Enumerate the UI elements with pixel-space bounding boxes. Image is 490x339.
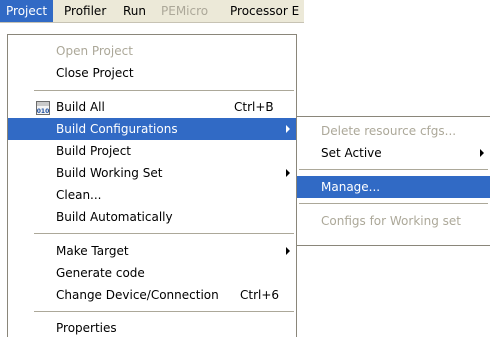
menu-item-build-automatically[interactable]: Build Automatically — [8, 206, 296, 228]
menu-separator — [34, 90, 294, 92]
menu-separator — [299, 169, 488, 171]
menu-item-label: Manage... — [321, 180, 381, 194]
menu-item-label: Close Project — [56, 66, 134, 80]
menu-item-make-target[interactable]: Make Target — [8, 240, 296, 262]
menu-item-label: Clean... — [56, 188, 102, 202]
submenu-arrow-icon — [286, 125, 290, 133]
menu-item-build-configurations[interactable]: Build Configurations — [8, 118, 296, 140]
menu-processor-expert[interactable]: Processor E — [224, 0, 305, 22]
menu-run[interactable]: Run — [117, 0, 152, 22]
menu-profiler[interactable]: Profiler — [58, 0, 112, 22]
menu-item-shortcut: Ctrl+B — [234, 100, 274, 114]
menu-item-open-project[interactable]: Open Project — [8, 40, 296, 62]
menu-separator — [34, 233, 294, 235]
menu-item-label: Generate code — [56, 266, 145, 280]
menu-item-change-device-connection[interactable]: Change Device/Connection Ctrl+6 — [8, 284, 296, 306]
menu-item-label: Change Device/Connection — [56, 288, 219, 302]
menu-pemicro[interactable]: PEMicro — [155, 0, 214, 22]
menu-item-shortcut: Ctrl+6 — [240, 288, 280, 302]
menu-item-label: Build Configurations — [56, 122, 178, 136]
submenu-item-set-active[interactable]: Set Active — [297, 142, 490, 164]
menu-item-clean[interactable]: Clean... — [8, 184, 296, 206]
menu-item-build-project[interactable]: Build Project — [8, 140, 296, 162]
project-menu: Open Project Close Project 010 Build All… — [7, 34, 297, 337]
menu-item-label: Make Target — [56, 244, 129, 258]
submenu-item-manage[interactable]: Manage... — [297, 176, 490, 198]
build-all-icon: 010 — [36, 100, 50, 115]
menu-item-label: Build Project — [56, 144, 131, 158]
submenu-arrow-icon — [286, 247, 290, 255]
svg-text:010: 010 — [37, 108, 50, 115]
menu-item-label: Properties — [56, 321, 117, 335]
submenu-item-delete-resource-cfgs[interactable]: Delete resource cfgs... — [297, 120, 490, 142]
submenu-arrow-icon — [286, 169, 290, 177]
build-configurations-submenu: Delete resource cfgs... Set Active Manag… — [296, 116, 490, 246]
menu-project[interactable]: Project — [0, 0, 54, 22]
menu-item-properties[interactable]: Properties — [8, 317, 296, 339]
menu-item-label: Build Automatically — [56, 210, 173, 224]
menu-item-label: Open Project — [56, 44, 133, 58]
menu-item-label: Set Active — [321, 146, 382, 160]
menu-item-label: Build All — [56, 100, 105, 114]
menu-item-build-all[interactable]: 010 Build All Ctrl+B — [8, 96, 296, 118]
submenu-item-configs-for-working-set[interactable]: Configs for Working set — [297, 210, 490, 232]
menu-item-generate-code[interactable]: Generate code — [8, 262, 296, 284]
menu-item-label: Configs for Working set — [321, 214, 461, 228]
menu-item-label: Delete resource cfgs... — [321, 124, 457, 138]
menu-separator — [299, 203, 488, 205]
menu-separator — [34, 311, 294, 313]
submenu-arrow-icon — [480, 149, 484, 157]
menu-item-label: Build Working Set — [56, 166, 163, 180]
menu-item-close-project[interactable]: Close Project — [8, 62, 296, 84]
menu-bar: Project Profiler Run PEMicro Processor E — [0, 0, 304, 23]
menu-item-build-working-set[interactable]: Build Working Set — [8, 162, 296, 184]
